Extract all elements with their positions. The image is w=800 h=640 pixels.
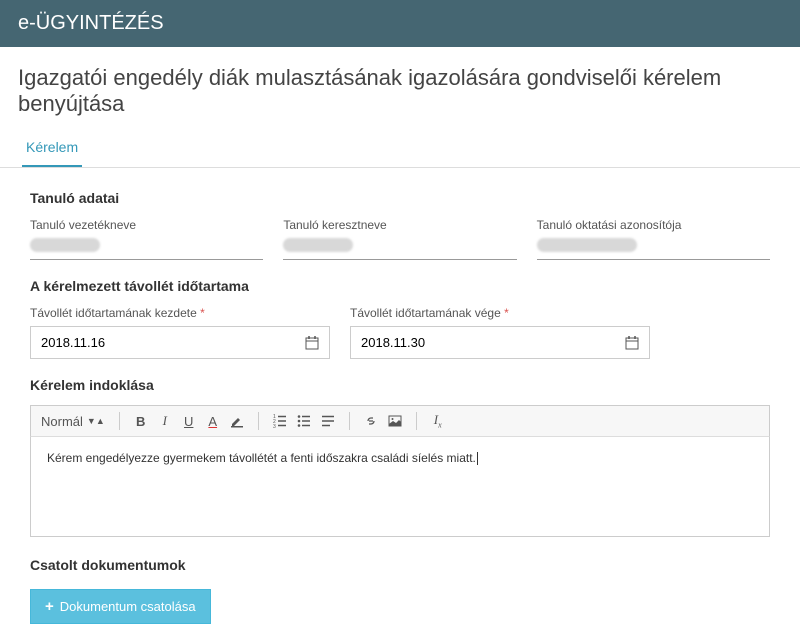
text-style-group: B I U A <box>134 413 244 429</box>
tab-request[interactable]: Kérelem <box>22 129 82 167</box>
end-date-field: Távollét időtartamának vége * <box>350 306 650 359</box>
app-header: e-ÜGYINTÉZÉS <box>0 0 800 47</box>
redacted-value <box>283 238 353 252</box>
firstname-field: Tanuló keresztneve <box>283 218 516 260</box>
insert-group <box>364 414 402 428</box>
student-fields-row: Tanuló vezetékneve Tanuló keresztneve Ta… <box>30 218 770 260</box>
form-content: Tanuló adatai Tanuló vezetékneve Tanuló … <box>0 168 800 640</box>
plus-icon: + <box>45 598 54 615</box>
start-date-input[interactable] <box>31 327 295 358</box>
attach-document-button[interactable]: + Dokumentum csatolása <box>30 589 211 624</box>
underline-button[interactable]: U <box>182 414 196 429</box>
date-fields-row: Távollét időtartamának kezdete * Távollé… <box>30 306 770 359</box>
end-date-input-wrap[interactable] <box>350 326 650 359</box>
surname-field: Tanuló vezetékneve <box>30 218 263 260</box>
eduid-field: Tanuló oktatási azonosítója <box>537 218 770 260</box>
toolbar-separator <box>258 412 259 430</box>
surname-value <box>30 238 263 260</box>
italic-button[interactable]: I <box>158 413 172 429</box>
surname-label: Tanuló vezetékneve <box>30 218 263 232</box>
page-title: Igazgatói engedély diák mulasztásának ig… <box>0 47 800 129</box>
highlight-button[interactable] <box>230 414 244 428</box>
section-student-data: Tanuló adatai <box>30 190 770 206</box>
firstname-label: Tanuló keresztneve <box>283 218 516 232</box>
toolbar-separator <box>119 412 120 430</box>
section-absence-period: A kérelmezett távollét időtartama <box>30 278 770 294</box>
section-justification: Kérelem indoklása <box>30 377 770 393</box>
end-date-label: Távollét időtartamának vége * <box>350 306 650 320</box>
calendar-icon[interactable] <box>295 336 329 350</box>
link-button[interactable] <box>364 414 378 428</box>
format-select[interactable]: Normál ▼▲ <box>41 414 105 429</box>
calendar-icon[interactable] <box>615 336 649 350</box>
start-date-label: Távollét időtartamának kezdete * <box>30 306 330 320</box>
eduid-value <box>537 238 770 260</box>
svg-text:3: 3 <box>273 424 276 428</box>
align-button[interactable] <box>321 414 335 428</box>
editor-toolbar: Normál ▼▲ B I U A 123 <box>30 405 770 437</box>
clear-format-button[interactable]: Ix <box>431 412 445 430</box>
required-mark: * <box>504 306 509 320</box>
unordered-list-button[interactable] <box>297 414 311 428</box>
text-cursor <box>477 452 478 465</box>
app-title: e-ÜGYINTÉZÉS <box>18 12 164 34</box>
chevron-down-icon: ▼▲ <box>87 416 105 426</box>
required-mark: * <box>200 306 205 320</box>
start-date-field: Távollét időtartamának kezdete * <box>30 306 330 359</box>
end-date-input[interactable] <box>351 327 615 358</box>
redacted-value <box>537 238 637 252</box>
list-group: 123 <box>273 414 335 428</box>
ordered-list-button[interactable]: 123 <box>273 414 287 428</box>
section-attachments: Csatolt dokumentumok <box>30 557 770 573</box>
bold-button[interactable]: B <box>134 414 148 429</box>
toolbar-separator <box>416 412 417 430</box>
eduid-label: Tanuló oktatási azonosítója <box>537 218 770 232</box>
clear-group: Ix <box>431 412 445 430</box>
image-button[interactable] <box>388 414 402 428</box>
start-date-input-wrap[interactable] <box>30 326 330 359</box>
firstname-value <box>283 238 516 260</box>
editor-textarea[interactable]: Kérem engedélyezze gyermekem távollétét … <box>30 437 770 537</box>
font-color-button[interactable]: A <box>206 414 220 429</box>
toolbar-separator <box>349 412 350 430</box>
redacted-value <box>30 238 100 252</box>
tab-bar: Kérelem <box>0 129 800 168</box>
